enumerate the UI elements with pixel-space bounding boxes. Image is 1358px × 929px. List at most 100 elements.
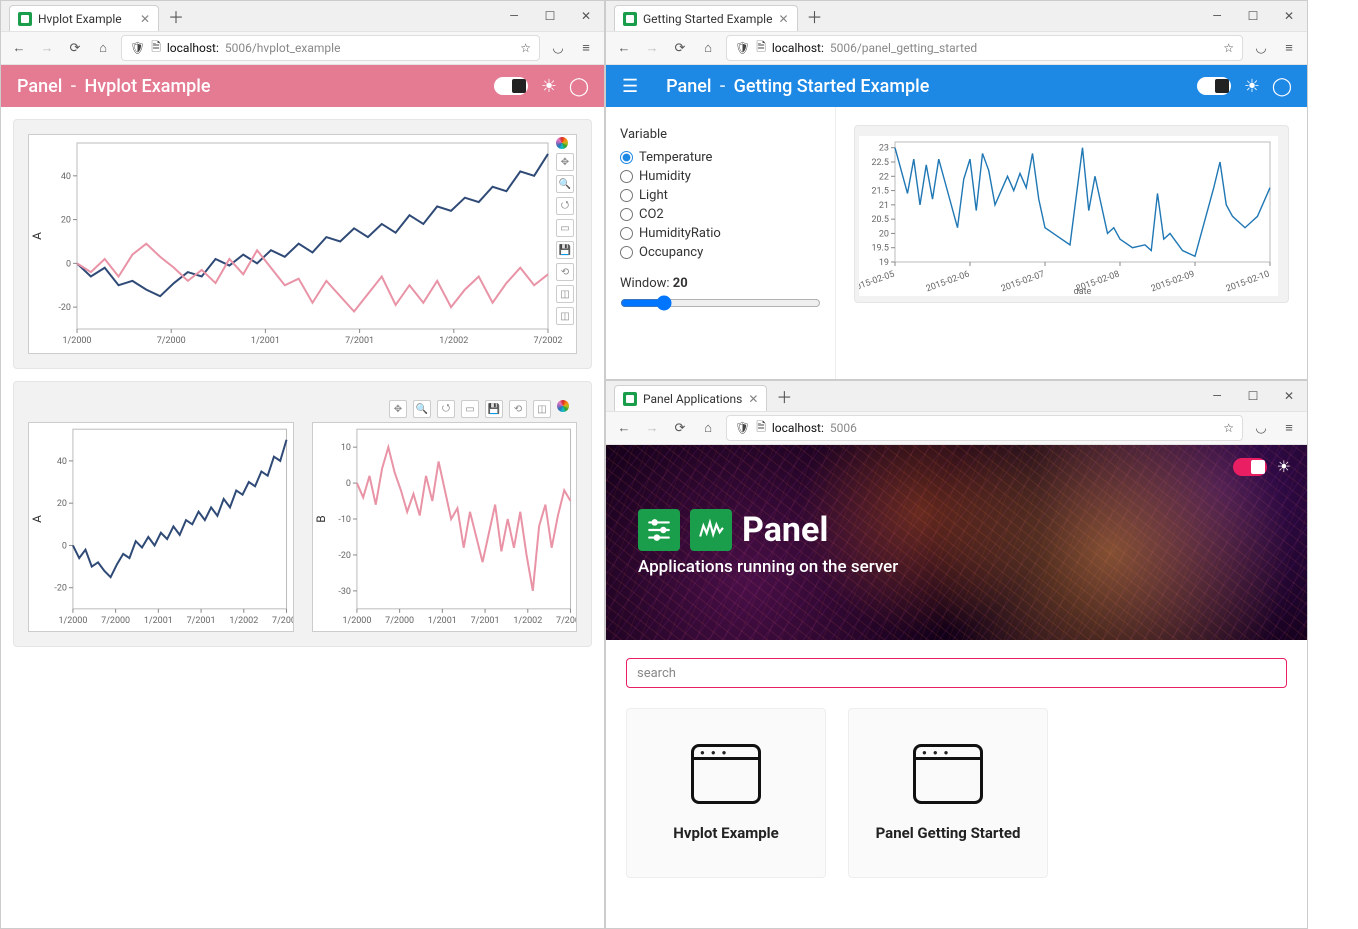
page-icon: 🗎 [756, 418, 766, 439]
svg-text:10: 10 [340, 443, 350, 453]
pocket-icon[interactable]: ◡ [548, 38, 568, 58]
menu-icon[interactable]: ≡ [1279, 418, 1299, 438]
zoom-tool-icon[interactable]: 🔍 [413, 400, 431, 418]
variable-radio-option[interactable]: CO2 [620, 205, 821, 224]
svg-text:7/2000: 7/2000 [157, 336, 186, 346]
hamburger-icon[interactable]: ☰ [622, 76, 638, 97]
tab-title: Getting Started Example [643, 12, 772, 26]
pocket-icon[interactable]: ◡ [1251, 38, 1271, 58]
maximize-button[interactable]: ☐ [1235, 381, 1271, 411]
new-tab-button[interactable]: ＋ [804, 5, 826, 27]
chart-top[interactable]: -20020401/20007/20001/20017/20011/20027/… [28, 134, 577, 354]
reload-button[interactable]: ⟳ [65, 38, 85, 58]
maximize-button[interactable]: ☐ [532, 1, 568, 31]
back-button[interactable]: ← [614, 418, 634, 438]
crosshair-icon[interactable]: ◫ [556, 307, 574, 325]
close-tab-icon[interactable]: ✕ [748, 392, 758, 406]
bokeh-logo-icon[interactable] [557, 400, 569, 412]
page-icon: 🗎 [151, 38, 161, 59]
home-button[interactable]: ⌂ [93, 38, 113, 58]
pan-tool-icon[interactable]: ✥ [556, 153, 574, 171]
theme-toggle[interactable] [1233, 458, 1267, 476]
back-button[interactable]: ← [614, 38, 634, 58]
pan-tool-icon[interactable]: ✥ [389, 400, 407, 418]
maximize-button[interactable]: ☐ [1235, 1, 1271, 31]
app-card[interactable]: ● ● ●Hvplot Example [626, 708, 826, 878]
browser-tab[interactable]: Panel Applications ✕ [614, 385, 767, 411]
hover-icon[interactable]: ◫ [556, 285, 574, 303]
browser-toolbar: ← → ⟳ ⌂ 🛡 🗎 localhost:5006 ☆ ◡ ≡ [606, 411, 1307, 445]
reset-icon[interactable]: ⟲ [509, 400, 527, 418]
variable-radio-option[interactable]: Light [620, 186, 821, 205]
svg-text:2015-02-06: 2015-02-06 [925, 269, 971, 294]
menu-icon[interactable]: ≡ [1279, 38, 1299, 58]
box-zoom-icon[interactable]: ▭ [461, 400, 479, 418]
radio-label: Light [639, 188, 668, 203]
bookmark-icon[interactable]: ☆ [1223, 421, 1234, 435]
zoom-tool-icon[interactable]: 🔍 [556, 175, 574, 193]
window-controls: — ☐ ✕ [496, 1, 604, 31]
chart-br[interactable]: -30-20-100101/20007/20001/20017/20011/20… [312, 422, 578, 632]
variable-radio-option[interactable]: HumidityRatio [620, 224, 821, 243]
svg-text:2015-02-09: 2015-02-09 [1150, 269, 1196, 294]
svg-text:-20: -20 [58, 303, 71, 313]
variable-radio-option[interactable]: Temperature [620, 148, 821, 167]
svg-text:A: A [30, 515, 44, 523]
browser-tab[interactable]: Getting Started Example ✕ [614, 5, 798, 31]
reload-button[interactable]: ⟳ [670, 418, 690, 438]
url-path: 5006/panel_getting_started [830, 41, 977, 55]
variable-radio-option[interactable]: Humidity [620, 167, 821, 186]
close-tab-icon[interactable]: ✕ [778, 12, 788, 26]
reset-icon[interactable]: ⟲ [556, 263, 574, 281]
close-window-button[interactable]: ✕ [1271, 1, 1307, 31]
svg-text:23: 23 [879, 144, 889, 154]
bokeh-logo-icon[interactable] [556, 137, 568, 149]
hover-icon[interactable]: ◫ [533, 400, 551, 418]
window-slider[interactable] [620, 295, 821, 311]
app-content: -20020401/20007/20001/20017/20011/20027/… [1, 107, 604, 928]
svg-text:1/2000: 1/2000 [58, 616, 87, 626]
forward-button[interactable]: → [642, 38, 662, 58]
forward-button[interactable]: → [37, 38, 57, 58]
app-card[interactable]: ● ● ●Panel Getting Started [848, 708, 1048, 878]
home-button[interactable]: ⌂ [698, 38, 718, 58]
variable-radio-option[interactable]: Occupancy [620, 243, 821, 262]
close-window-button[interactable]: ✕ [568, 1, 604, 31]
minimize-button[interactable]: — [1199, 381, 1235, 411]
home-button[interactable]: ⌂ [698, 418, 718, 438]
browser-tab[interactable]: Hvplot Example ✕ [9, 5, 159, 31]
svg-text:1/2001: 1/2001 [427, 616, 456, 626]
window-value: 20 [673, 276, 688, 291]
wheel-zoom-icon[interactable]: ⭯ [556, 197, 574, 215]
minimize-button[interactable]: — [496, 1, 532, 31]
save-icon[interactable]: 💾 [485, 400, 503, 418]
theme-toggle[interactable] [1197, 77, 1231, 95]
close-window-button[interactable]: ✕ [1271, 381, 1307, 411]
wheel-zoom-icon[interactable]: ⭯ [437, 400, 455, 418]
reload-button[interactable]: ⟳ [670, 38, 690, 58]
box-zoom-icon[interactable]: ▭ [556, 219, 574, 237]
svg-text:40: 40 [61, 172, 71, 182]
url-path: 5006/hvplot_example [225, 41, 341, 55]
new-tab-button[interactable]: ＋ [165, 5, 187, 27]
chart-bl[interactable]: -20020401/20007/20001/20017/20011/20027/… [28, 422, 294, 632]
bookmark-icon[interactable]: ☆ [1223, 41, 1234, 55]
save-icon[interactable]: 💾 [556, 241, 574, 259]
url-input[interactable]: 🛡 🗎 localhost:5006/panel_getting_started… [726, 35, 1243, 61]
new-tab-button[interactable]: ＋ [773, 385, 795, 407]
shield-icon: 🛡 [735, 421, 750, 435]
search-input[interactable]: search [626, 658, 1287, 688]
back-button[interactable]: ← [9, 38, 29, 58]
url-input[interactable]: 🛡 🗎 localhost:5006/hvplot_example ☆ [121, 35, 540, 61]
menu-icon[interactable]: ≡ [576, 38, 596, 58]
chart-temperature[interactable]: 1919.52020.52121.52222.5232015-02-052015… [859, 136, 1278, 296]
forward-button[interactable]: → [642, 418, 662, 438]
close-tab-icon[interactable]: ✕ [140, 12, 150, 26]
pocket-icon[interactable]: ◡ [1251, 418, 1271, 438]
svg-text:7/2001: 7/2001 [345, 336, 374, 346]
theme-toggle[interactable] [494, 77, 528, 95]
svg-text:21: 21 [879, 201, 889, 211]
minimize-button[interactable]: — [1199, 1, 1235, 31]
bookmark-icon[interactable]: ☆ [520, 41, 531, 55]
url-input[interactable]: 🛡 🗎 localhost:5006 ☆ [726, 415, 1243, 441]
